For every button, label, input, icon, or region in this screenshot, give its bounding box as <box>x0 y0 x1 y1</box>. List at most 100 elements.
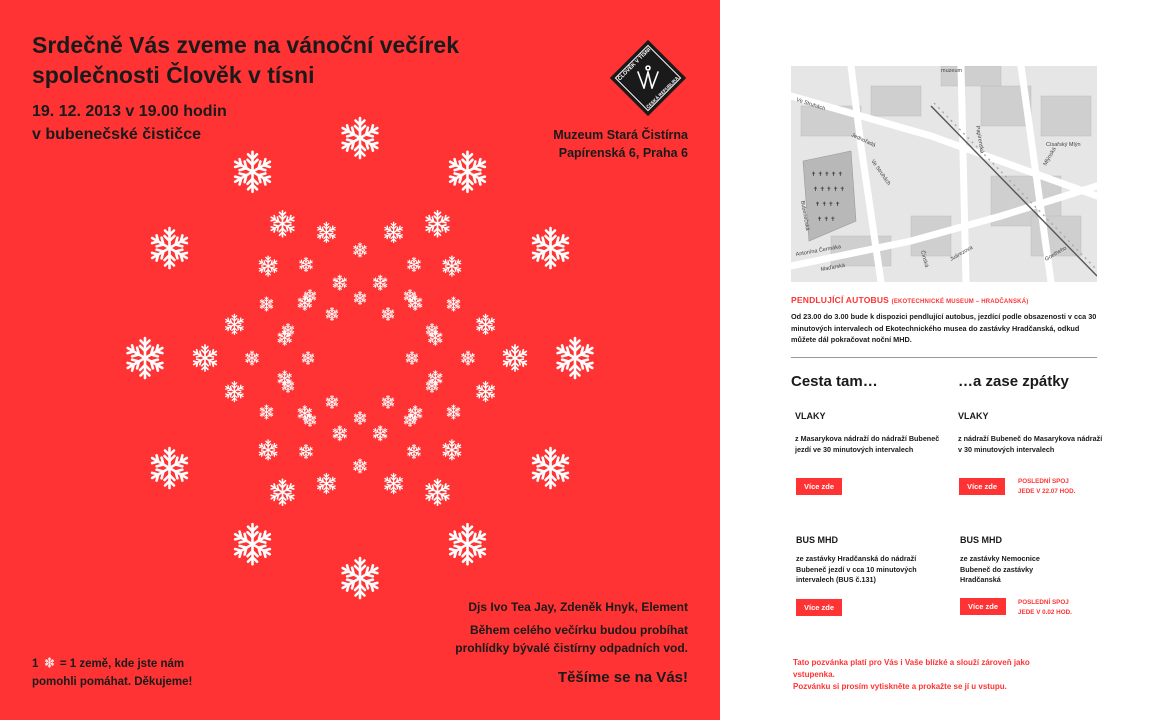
snowflake-icon <box>332 275 347 290</box>
snowflake-icon <box>259 297 273 311</box>
ticket-note-line-1: Tato pozvánka platí pro Vás i Vaše blízk… <box>793 658 1030 667</box>
snowflake-icon <box>299 444 313 458</box>
snowflake-icon <box>461 351 475 365</box>
snowflake-icon <box>281 379 294 392</box>
snowflake-icon <box>353 291 366 304</box>
invitation-headline: Srdečně Vás zveme na vánoční večírek spo… <box>32 30 512 90</box>
snowflake-icon <box>325 307 338 320</box>
snowflake-icon <box>192 345 218 371</box>
bus-last-line-2: JEDE V 0.02 HOD. <box>1018 609 1072 616</box>
snowflake-icon <box>353 459 367 473</box>
clovek-v-tisni-logo: ČLOVĚK V TÍSNI ČESKÁ REPUBLIKA <box>609 39 687 117</box>
trains-last-line-1: POSLEDNÍ SPOJ <box>1018 478 1069 485</box>
snowflake-icon <box>407 444 421 458</box>
djs-line: Djs Ivo Tea Jay, Zdeněk Hnyk, Element <box>468 600 688 614</box>
snowflake-icon <box>281 323 294 336</box>
snowflake-icon <box>316 222 336 242</box>
bus-there-heading: BUS MHD <box>796 535 838 545</box>
shuttle-title: PENDLUJÍCÍ AUTOBUS (EKOTECHNICKÉ MUSEUM … <box>791 295 1111 305</box>
svg-text:✝ ✝ ✝ ✝ ✝: ✝ ✝ ✝ ✝ ✝ <box>813 186 845 193</box>
snowflake-icon <box>384 222 404 242</box>
bus-back-text: ze zastávky Nemocnice Bubeneč do zastávk… <box>960 554 1040 584</box>
snowflake-pattern <box>100 110 620 610</box>
snowflake-icon <box>425 323 438 336</box>
snowflake-icon <box>373 426 388 441</box>
snowflake-icon <box>384 474 404 494</box>
thanks-prefix: 1 <box>32 658 39 670</box>
snowflake-icon <box>224 382 244 402</box>
svg-text:✝ ✝ ✝ ✝ ✝: ✝ ✝ ✝ ✝ ✝ <box>811 171 843 178</box>
shuttle-description: Od 23.00 do 3.00 bude k dispozici pendlu… <box>791 312 1097 344</box>
snowflake-icon <box>381 307 394 320</box>
welcome-text: Těšíme se na Vás! <box>557 669 688 686</box>
snowflake-icon <box>476 382 496 402</box>
snowflake-icon <box>425 379 438 392</box>
section-divider <box>791 357 1097 358</box>
snowflake-icon <box>476 314 496 334</box>
svg-text:✝ ✝ ✝ ✝: ✝ ✝ ✝ ✝ <box>815 201 840 208</box>
thanks-line-2: pomohli pomáhat. Děkujeme! <box>32 676 193 688</box>
bus-last-line-1: POSLEDNÍ SPOJ <box>1018 599 1069 606</box>
snowflake-icon <box>125 338 165 378</box>
venue-map[interactable]: ✝ ✝ ✝ ✝ ✝ ✝ ✝ ✝ ✝ ✝ ✝ ✝ ✝ ✝ ✝ ✝ ✝ muzeum… <box>791 66 1097 282</box>
snowflake-icon <box>442 440 462 460</box>
trains-last-connection: POSLEDNÍ SPOJ JEDE V 22.07 HOD. <box>1018 477 1118 497</box>
snowflake-icon <box>270 479 296 505</box>
snowflake-icon <box>299 257 313 271</box>
trains-there-more-button[interactable]: Více zde <box>796 478 842 495</box>
snowflake-icon <box>555 338 595 378</box>
trains-back-text: z nádraží Bubeneč do Masarykova nádraží … <box>958 434 1103 454</box>
trains-back-heading: VLAKY <box>958 411 989 421</box>
snowflake-icon <box>446 297 460 311</box>
trains-there-heading: VLAKY <box>795 411 826 421</box>
snowflake-icon <box>233 152 273 192</box>
snowflake-icon <box>425 479 451 505</box>
snowflake-icon <box>150 228 190 268</box>
snowflake-icon <box>403 413 416 426</box>
snowflake-icon <box>340 558 380 598</box>
snowflake-icon <box>373 275 388 290</box>
route-back-heading: …a zase zpátky <box>958 373 1069 390</box>
thanks-line-1: 1 = 1 země, kde jste nám <box>32 655 292 673</box>
bus-last-connection: POSLEDNÍ SPOJ JEDE V 0.02 HOD. <box>1018 598 1118 618</box>
snowflake-icon <box>325 395 338 408</box>
snowflake-icon <box>353 411 366 424</box>
snowflake-icon <box>301 351 314 364</box>
snowflake-icon <box>531 228 571 268</box>
snowflake-icon <box>258 256 278 276</box>
snowflake-icon <box>245 351 259 365</box>
map-label: muzeum <box>941 68 963 74</box>
snowflake-icon <box>44 657 55 668</box>
bus-there-more-button[interactable]: Více zde <box>796 599 842 616</box>
tour-info: Během celého večírku budou probíhat proh… <box>268 621 688 657</box>
snowflake-icon <box>258 440 278 460</box>
ticket-note: Tato pozvánka platí pro Vás i Vaše blízk… <box>793 657 1093 693</box>
snowflake-icon <box>303 289 316 302</box>
shuttle-title-main: PENDLUJÍCÍ AUTOBUS <box>791 295 890 305</box>
snowflake-icon <box>448 152 488 192</box>
snowflake-icon <box>502 345 528 371</box>
bus-there-text: ze zastávky Hradčanská do nádraží Bubene… <box>796 554 917 584</box>
trains-back-more-button[interactable]: Více zde <box>959 478 1005 495</box>
tour-line-2: prohlídky bývalé čistírny odpadních vod. <box>455 641 688 655</box>
trains-there-text: z Masarykova nádraží do nádraží Bubeneč … <box>795 434 940 454</box>
thanks-suffix: = 1 země, kde jste nám <box>59 658 185 670</box>
svg-text:✝ ✝ ✝: ✝ ✝ ✝ <box>817 216 835 223</box>
snowflake-icon <box>316 474 336 494</box>
bus-back-more-button[interactable]: Více zde <box>960 598 1006 615</box>
snowflake-icon <box>233 524 273 564</box>
invitation-panel: Srdečně Vás zveme na vánoční večírek spo… <box>0 0 720 720</box>
ticket-note-line-3: Pozvánku si prosím vytiskněte a prokažte… <box>793 682 1007 691</box>
snowflake-icon <box>407 257 421 271</box>
travel-info-panel: ✝ ✝ ✝ ✝ ✝ ✝ ✝ ✝ ✝ ✝ ✝ ✝ ✝ ✝ ✝ ✝ ✝ muzeum… <box>720 0 1160 720</box>
headline-line-2: společnosti Člověk v tísni <box>32 62 315 88</box>
tour-line-1: Během celého večírku budou probíhat <box>469 623 688 637</box>
snowflake-icon <box>442 256 462 276</box>
headline-line-1: Srdečně Vás zveme na vánoční večírek <box>32 32 460 58</box>
shuttle-title-route: (EKOTECHNICKÉ MUSEUM – HRADČANSKÁ) <box>891 299 1029 305</box>
snowflake-icon <box>224 314 244 334</box>
ticket-note-line-2: vstupenka. <box>793 670 835 679</box>
route-there-heading: Cesta tam… <box>791 373 878 390</box>
snowflake-icon <box>332 426 347 441</box>
snowflake-icon <box>446 405 460 419</box>
